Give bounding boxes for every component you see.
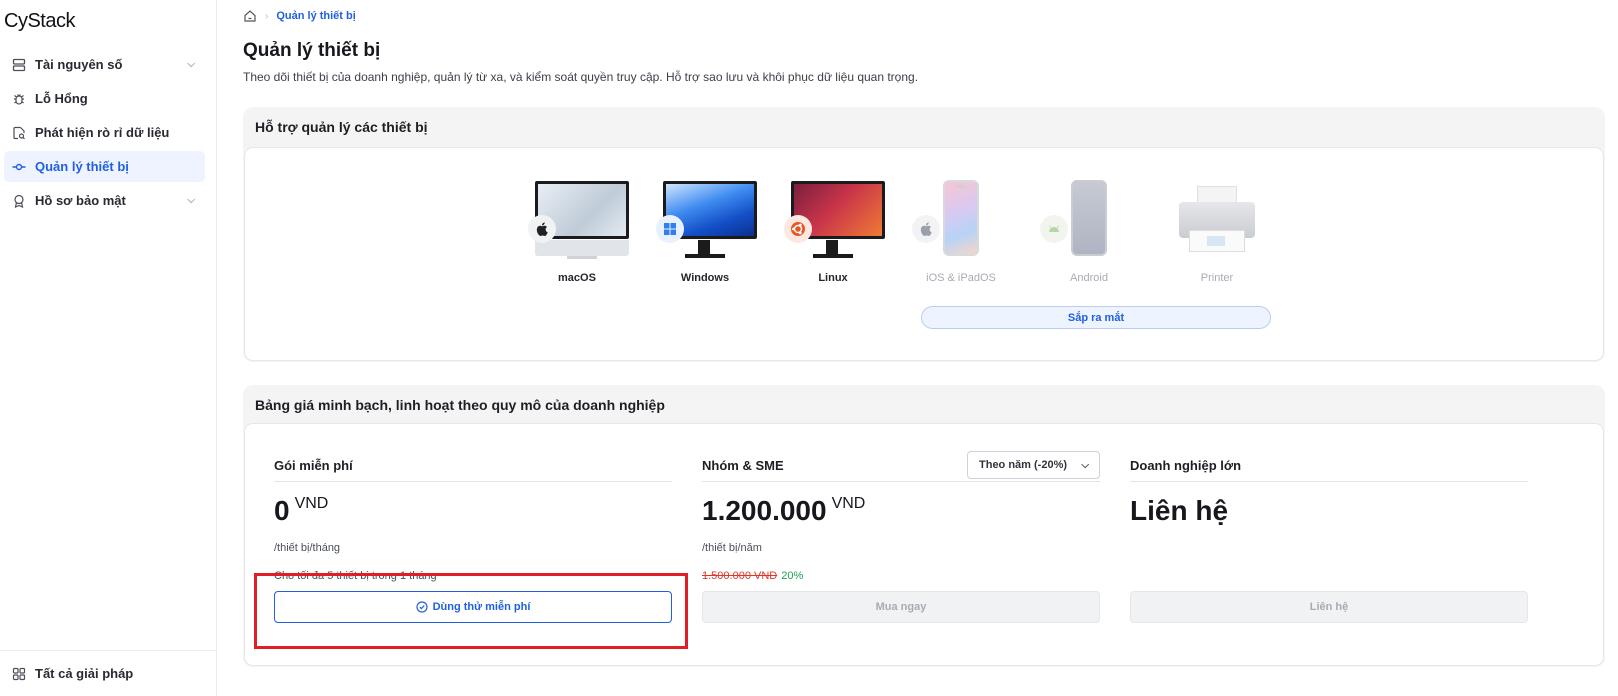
cystack-logo[interactable]: CyStack bbox=[4, 10, 75, 33]
device-macos: macOS bbox=[527, 180, 629, 284]
sidebar-item-label: Tài nguyên số bbox=[35, 57, 123, 72]
price-amount: Liên hệ bbox=[1130, 495, 1229, 526]
price-unit bbox=[1130, 542, 1528, 554]
windows-icon bbox=[656, 215, 684, 243]
devices-panel: Hỗ trợ quản lý các thiết bị macOS Window… bbox=[243, 107, 1605, 362]
price-currency: VND bbox=[294, 495, 329, 512]
plan-name: Nhóm & SME bbox=[702, 458, 784, 473]
ubuntu-icon bbox=[784, 215, 812, 243]
plan-name: Doanh nghiệp lớn bbox=[1130, 450, 1528, 482]
sidebar-item-label: Lỗ Hổng bbox=[35, 91, 88, 106]
price-amount: 1.200.000 bbox=[702, 495, 827, 526]
all-solutions-link[interactable]: Tất cả giải pháp bbox=[0, 650, 216, 696]
sidebar-nav: Tài nguyên số ⌵ Lỗ Hổng Phát hiện rò rỉ … bbox=[0, 49, 217, 219]
breadcrumb: › Quản lý thiết bị bbox=[243, 9, 356, 23]
sidebar-item-security-profile[interactable]: Hồ sơ bảo mật ⌵ bbox=[4, 185, 205, 216]
apple-icon bbox=[528, 215, 556, 243]
android-phone-image bbox=[1039, 180, 1139, 260]
plan-sme: Nhóm & SME Theo năm (-20%) ⌵ 1.200.000 V… bbox=[702, 450, 1100, 623]
contact-button[interactable]: Liên hệ bbox=[1130, 591, 1528, 623]
plan-note bbox=[1130, 570, 1528, 584]
chevron-down-icon: ⌵ bbox=[1081, 460, 1089, 471]
iphone-image bbox=[911, 180, 1011, 260]
price-unit: /thiết bị/tháng bbox=[274, 542, 341, 554]
price-amount: 0 bbox=[274, 495, 290, 526]
price-unit: /thiết bị/năm bbox=[702, 542, 762, 554]
device-label: Printer bbox=[1200, 272, 1234, 284]
printer-image bbox=[1167, 180, 1267, 260]
sidebar: CyStack Tài nguyên số ⌵ Lỗ Hổng Phát hiệ… bbox=[0, 0, 217, 696]
pricing-panel-title: Bảng giá minh bạch, linh hoạt theo quy m… bbox=[255, 397, 665, 413]
device-label: iOS & iPadOS bbox=[926, 272, 996, 284]
price-currency: VND bbox=[831, 495, 866, 512]
windows-monitor-image bbox=[655, 180, 757, 260]
plan-price: 0 VND bbox=[274, 494, 672, 528]
device-android: Android bbox=[1039, 180, 1139, 284]
plan-price: 1.200.000 VND bbox=[702, 494, 1100, 528]
grid-icon bbox=[12, 667, 26, 681]
sidebar-item-label: Phát hiện rò rỉ dữ liệu bbox=[35, 125, 170, 140]
device-label: Windows bbox=[680, 272, 730, 284]
sidebar-item-data-leak[interactable]: Phát hiện rò rỉ dữ liệu bbox=[4, 117, 205, 148]
discount-percent: 20% bbox=[781, 570, 804, 582]
sidebar-item-vulnerabilities[interactable]: Lỗ Hổng bbox=[4, 83, 205, 114]
award-icon bbox=[12, 194, 26, 208]
chevron-down-icon: ⌵ bbox=[187, 59, 195, 70]
highlight-box bbox=[254, 573, 688, 649]
old-price: 1.500.000 VND bbox=[702, 570, 778, 582]
plan-name-row: Nhóm & SME Theo năm (-20%) ⌵ bbox=[702, 450, 1100, 482]
device-windows: Windows bbox=[655, 180, 757, 284]
billing-period-select[interactable]: Theo năm (-20%) ⌵ bbox=[967, 451, 1100, 479]
home-icon[interactable] bbox=[243, 9, 257, 23]
device-label: Android bbox=[1070, 272, 1108, 284]
chevron-down-icon: ⌵ bbox=[187, 195, 195, 206]
devices-panel-title: Hỗ trợ quản lý các thiết bị bbox=[255, 119, 428, 135]
plan-price: Liên hệ bbox=[1130, 494, 1528, 528]
device-list: macOS Windows Linux iOS & iPadOS Android… bbox=[245, 180, 1603, 300]
sidebar-item-digital-assets[interactable]: Tài nguyên số ⌵ bbox=[4, 49, 205, 80]
all-solutions-label: Tất cả giải pháp bbox=[35, 666, 134, 681]
buy-now-button[interactable]: Mua ngay bbox=[702, 591, 1100, 623]
breadcrumb-current[interactable]: Quản lý thiết bị bbox=[276, 10, 355, 22]
page-title: Quản lý thiết bị bbox=[243, 40, 381, 61]
bug-icon bbox=[12, 92, 26, 106]
android-icon bbox=[1040, 215, 1068, 243]
plan-enterprise: Doanh nghiệp lớn Liên hệ Liên hệ bbox=[1130, 450, 1528, 623]
device-ios: iOS & iPadOS bbox=[911, 180, 1011, 284]
device-linux: Linux bbox=[783, 180, 885, 284]
server-icon bbox=[12, 58, 26, 72]
imac-image bbox=[527, 180, 629, 260]
devices-panel-body: macOS Windows Linux iOS & iPadOS Android… bbox=[244, 147, 1604, 361]
linux-monitor-image bbox=[783, 180, 885, 260]
device-label: macOS bbox=[558, 272, 596, 284]
file-search-icon bbox=[12, 126, 26, 140]
plan-discount-note: 1.500.000 VND 20% bbox=[702, 570, 1100, 584]
sidebar-item-label: Quản lý thiết bị bbox=[35, 159, 129, 174]
sidebar-item-device-management[interactable]: Quản lý thiết bị bbox=[4, 151, 205, 182]
device-node-icon bbox=[12, 160, 26, 174]
breadcrumb-separator: › bbox=[265, 10, 269, 22]
sidebar-item-label: Hồ sơ bảo mật bbox=[35, 193, 126, 208]
plan-name: Gói miễn phí bbox=[274, 450, 672, 482]
device-printer: Printer bbox=[1167, 180, 1267, 284]
page-description: Theo dõi thiết bị của doanh nghiệp, quản… bbox=[243, 70, 919, 84]
apple-icon bbox=[912, 215, 940, 243]
coming-soon-button[interactable]: Sắp ra mắt bbox=[921, 306, 1271, 329]
billing-period-value: Theo năm (-20%) bbox=[979, 459, 1068, 471]
device-label: Linux bbox=[818, 272, 848, 284]
